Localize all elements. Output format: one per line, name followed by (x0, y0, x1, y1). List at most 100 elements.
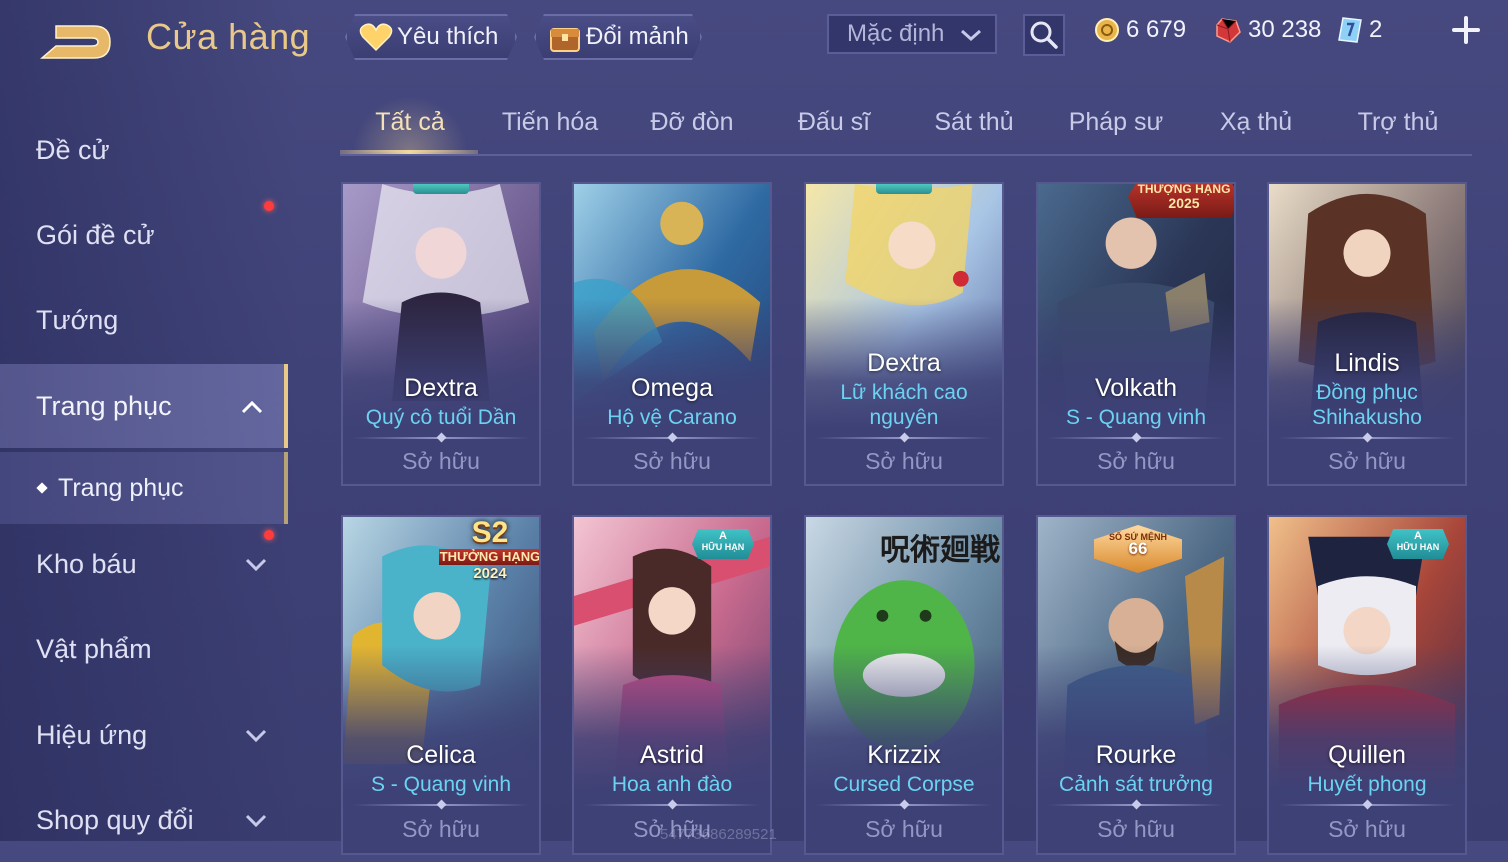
sidebar-item-items[interactable]: Vật phẩm (0, 607, 288, 691)
treasure-chest-icon (548, 21, 582, 53)
sidebar-subitem-skins[interactable]: Trang phục (0, 452, 288, 524)
sidebar-item-exchange-shop[interactable]: Shop quy đổi (0, 778, 288, 862)
skin-card[interactable]: THƯỢNG HẠNG 2025 Volkath S - Quang vinh … (1036, 182, 1236, 486)
sidebar-item-label: Kho báu (36, 548, 137, 579)
favorites-label: Yêu thích (397, 23, 499, 50)
skin-name: S - Quang vinh (1065, 406, 1207, 429)
favorites-button[interactable]: Yêu thích (345, 14, 517, 60)
tab-fighter[interactable]: Đấu sĩ (764, 108, 904, 137)
skin-name: Huyết phong (1307, 773, 1427, 796)
category-tabs: Tất cả Tiến hóa Đỡ đòn Đấu sĩ Sát thủ Ph… (340, 96, 1472, 156)
gem-currency: 30 238 (1214, 16, 1321, 44)
hero-name: Quillen (1328, 741, 1406, 769)
badge-label: HỮU HẠN (701, 542, 745, 552)
notification-dot (264, 201, 274, 211)
back-arrow-icon (39, 25, 111, 59)
skin-name: Cảnh sát trưởng (1059, 773, 1213, 796)
sidebar-item-label: Đề cử (36, 134, 110, 165)
skin-name: Quý cô tuổi Dần (365, 406, 517, 429)
tab-assassin[interactable]: Sát thủ (904, 108, 1044, 137)
badge-title: S2 (471, 516, 509, 549)
red-gem-icon (1214, 16, 1242, 44)
page-title: Cửa hàng (146, 16, 311, 57)
skin-card[interactable]: Dextra Quý cô tuổi Dần Sở hữu (341, 182, 541, 486)
season-badge: S2 THƯỞNG HẠNG 2024 (435, 516, 539, 587)
hero-name: Dextra (867, 349, 941, 377)
hero-name: Volkath (1094, 374, 1177, 402)
gem-amount: 30 238 (1248, 16, 1322, 43)
skin-card[interactable]: S2 THƯỞNG HẠNG 2024 Celica S - Quang vin… (341, 515, 541, 855)
sidebar-item-label: Shop quy đổi (36, 804, 194, 835)
back-button[interactable] (36, 20, 116, 64)
search-icon (1030, 21, 1058, 49)
tab-tank[interactable]: Đỡ đòn (622, 108, 762, 137)
hero-name: Krizzix (867, 741, 941, 769)
sort-value: Mặc định (847, 20, 945, 47)
sidebar-item-label: Tướng (36, 304, 119, 335)
sort-dropdown[interactable]: Mặc định (827, 14, 997, 54)
exchange-fragments-label: Đổi mảnh (586, 23, 689, 50)
badge-grade: A (719, 530, 727, 542)
exchange-fragments-button[interactable]: Đổi mảnh (534, 14, 702, 60)
sidebar-item-recommended-packs[interactable]: Gói đề cử (0, 193, 288, 277)
owned-status: Sở hữu (1097, 448, 1175, 474)
sidebar-item-recommended[interactable]: Đề cử (0, 108, 288, 192)
gold-coin-icon (1094, 17, 1120, 43)
skin-card[interactable]: Lindis Đồng phục Shihakusho Sở hữu (1267, 182, 1467, 486)
limited-badge: A HỮU HẠN (692, 529, 754, 559)
skin-name: Lữ khách cao nguyên (840, 381, 968, 429)
owned-status: Sở hữu (402, 448, 480, 474)
badge-label: THƯỢNG HẠNG (1137, 182, 1231, 196)
voucher-icon (1337, 16, 1363, 44)
chevron-down-icon (959, 24, 983, 52)
chevron-up-icon (240, 394, 264, 425)
badge-label: HỮU HẠN (1396, 542, 1440, 552)
chevron-down-icon (244, 808, 268, 839)
tab-mage[interactable]: Pháp sư (1046, 108, 1186, 137)
sidebar-item-heroes[interactable]: Tướng (0, 278, 288, 362)
skin-name: S - Quang vinh (370, 773, 512, 796)
owned-status: Sở hữu (1328, 816, 1406, 842)
add-currency-button[interactable] (1450, 14, 1482, 46)
sidebar-item-skins[interactable]: Trang phục (0, 364, 288, 448)
diamond-bullet-icon (36, 482, 48, 494)
sidebar-subitem-label: Trang phục (58, 473, 184, 502)
owned-status: Sở hữu (1328, 448, 1406, 474)
hero-name: Lindis (1334, 349, 1400, 377)
skin-card[interactable]: Omega Hộ vệ Carano Sở hữu (572, 182, 772, 486)
voucher-currency: 2 (1337, 16, 1382, 44)
tab-evolution[interactable]: Tiến hóa (480, 108, 620, 137)
gold-currency: 6 679 (1094, 16, 1186, 44)
tab-marksman[interactable]: Xạ thủ (1186, 108, 1326, 137)
skin-badge (876, 184, 932, 194)
sidebar-item-treasure[interactable]: Kho báu (0, 522, 288, 606)
skin-card[interactable]: 呪術廻戦 Krizzix Cursed Corpse Sở hữu (804, 515, 1004, 855)
plus-icon (1452, 16, 1480, 44)
badge-grade: A (1414, 530, 1422, 542)
skin-name: Cursed Corpse (833, 773, 975, 796)
skin-card[interactable]: A HỮU HẠN Astrid Hoa anh đào Sở hữu (572, 515, 772, 855)
hero-name: Dextra (404, 374, 478, 402)
badge-number: 66 (1128, 539, 1148, 558)
voucher-amount: 2 (1369, 16, 1383, 43)
badge-year: 2024 (473, 565, 507, 582)
tab-all[interactable]: Tất cả (340, 108, 480, 137)
sidebar-item-effects[interactable]: Hiệu ứng (0, 693, 288, 777)
skin-name: Hộ vệ Carano (607, 406, 737, 429)
tab-support[interactable]: Trợ thủ (1328, 108, 1468, 137)
skin-card[interactable]: A HỮU HẠN Quillen Huyết phong Sở hữu (1267, 515, 1467, 855)
sidebar-item-label: Hiệu ứng (36, 719, 148, 750)
sidebar-item-label: Gói đề cử (36, 219, 155, 250)
owned-status: Sở hữu (402, 816, 480, 842)
skin-card[interactable]: Dextra Lữ khách cao nguyên Sở hữu (804, 182, 1004, 486)
skin-card[interactable]: SỐ SỨ MỆNH 66 Rourke Cảnh sát trưởng Sở … (1036, 515, 1236, 855)
owned-status: Sở hữu (865, 816, 943, 842)
search-button[interactable] (1023, 14, 1065, 56)
watermark-id: 54773686289521 (660, 826, 777, 843)
skin-name: Đồng phục Shihakusho (1312, 381, 1422, 429)
chevron-down-icon (244, 552, 268, 583)
series-logo-text: 呪術廻戦 (880, 533, 1000, 568)
chevron-down-icon (244, 723, 268, 754)
gold-amount: 6 679 (1126, 16, 1187, 43)
hero-name: Astrid (640, 741, 704, 769)
